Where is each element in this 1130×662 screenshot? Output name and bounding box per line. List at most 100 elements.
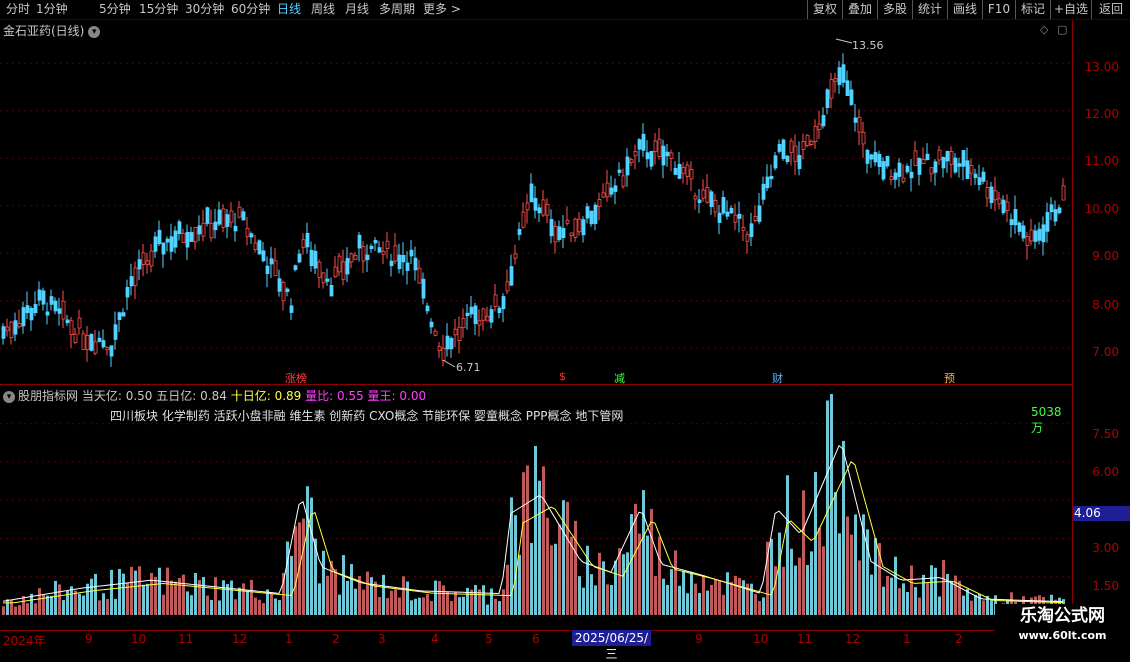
volume-bar	[526, 465, 529, 615]
candle-body	[309, 249, 314, 267]
date-label: 9	[85, 632, 93, 646]
volume-bar	[578, 576, 581, 615]
indicator-panel[interactable]: ▾ 股朋指标网 当天亿: 0.50 五日亿: 0.84 十日亿: 0.89 量比:…	[0, 385, 1072, 630]
date-label: 11	[797, 632, 813, 646]
restore-rights-button[interactable]: 复权	[807, 0, 842, 19]
candle-body	[605, 182, 610, 198]
candle-body	[705, 187, 710, 203]
mark-button[interactable]: 标记	[1015, 0, 1050, 19]
period-intraday[interactable]: 分时	[6, 1, 30, 18]
volume-bar	[846, 516, 849, 615]
period-15min[interactable]: 15分钟	[139, 1, 178, 18]
volume-bar	[794, 565, 797, 615]
candle-body	[425, 305, 430, 312]
candle-body	[617, 169, 622, 173]
candle-body	[1025, 236, 1030, 246]
period-more[interactable]: 更多 >	[423, 1, 461, 18]
volume-bar	[82, 595, 85, 615]
volume-bar	[342, 555, 345, 615]
candle-body	[745, 234, 750, 242]
candle-body	[461, 318, 466, 329]
price-tick: 8.00	[1092, 298, 1119, 312]
volume-bar	[798, 557, 801, 615]
candle-body	[1045, 212, 1050, 232]
volume-bar	[454, 591, 457, 615]
candle-body	[449, 337, 454, 350]
volume-bar	[166, 567, 169, 615]
candle-body	[157, 229, 162, 245]
candle-body	[969, 165, 974, 174]
date-label: 6	[532, 632, 540, 646]
period-monthly[interactable]: 月线	[345, 1, 369, 18]
candle-body	[509, 266, 514, 286]
volume-bar	[910, 565, 913, 615]
marker-finance[interactable]: 财	[772, 370, 783, 386]
date-label: 9	[695, 632, 703, 646]
draw-line-button[interactable]: 画线	[947, 0, 982, 19]
chevron-right-icon: >	[447, 2, 461, 16]
date-label: 1	[285, 632, 293, 646]
price-tick: 9.00	[1092, 249, 1119, 263]
candle-body	[329, 284, 334, 297]
volume-bar	[418, 597, 421, 615]
candle-body	[305, 232, 310, 248]
candle-body	[469, 306, 474, 315]
period-5min[interactable]: 5分钟	[99, 1, 131, 18]
volume-tick: 7.50	[1092, 427, 1119, 441]
stats-button[interactable]: 统计	[912, 0, 947, 19]
marker-forecast[interactable]: 预	[944, 370, 955, 386]
volume-bar	[38, 588, 41, 615]
candle-body	[169, 236, 174, 252]
date-label: 4	[431, 632, 439, 646]
candle-body	[741, 227, 746, 231]
period-weekly[interactable]: 周线	[311, 1, 335, 18]
volume-bar	[142, 584, 145, 615]
volume-bar	[546, 517, 549, 615]
period-multi[interactable]: 多周期	[379, 1, 415, 18]
volume-bar	[158, 567, 161, 615]
candle-body	[653, 140, 658, 152]
multi-stock-button[interactable]: 多股	[877, 0, 912, 19]
candle-body	[233, 225, 238, 232]
price-chart-panel[interactable]: 金石亚药(日线) ▾ ◇ ▢ 6.71 13.56 涨榜 $ 减 财 预	[0, 20, 1072, 385]
candle-body	[685, 164, 690, 177]
period-daily[interactable]: 日线	[277, 1, 301, 18]
volume-bar	[398, 597, 401, 615]
overlay-button[interactable]: 叠加	[842, 0, 877, 19]
volume-bar	[458, 597, 461, 615]
candle-body	[929, 167, 934, 175]
candle-body	[409, 249, 414, 257]
candle-body	[17, 323, 22, 328]
volume-bar	[250, 579, 253, 615]
volume-bar	[554, 543, 557, 615]
volume-bar	[718, 581, 721, 615]
marker-dollar[interactable]: $	[559, 370, 566, 383]
candle-body	[177, 221, 182, 235]
candle-body	[537, 207, 542, 214]
period-60min[interactable]: 60分钟	[231, 1, 270, 18]
candle-body	[793, 145, 798, 162]
volume-bar	[346, 580, 349, 615]
volume-bar	[486, 604, 489, 615]
candle-body	[385, 240, 390, 250]
candle-body	[113, 324, 118, 340]
candle-body	[1057, 207, 1062, 214]
volume-bar	[842, 440, 845, 615]
add-watchlist-button[interactable]: +自选	[1050, 0, 1091, 19]
marker-rank[interactable]: 涨榜	[285, 370, 307, 386]
marker-reduce[interactable]: 减	[614, 370, 625, 386]
f10-button[interactable]: F10	[982, 0, 1015, 19]
candle-body	[613, 185, 618, 192]
candle-body	[181, 233, 186, 243]
candle-body	[757, 205, 762, 222]
candle-body	[333, 266, 338, 278]
volume-bar	[306, 486, 309, 615]
period-30min[interactable]: 30分钟	[185, 1, 224, 18]
candle-body	[893, 172, 898, 180]
back-button[interactable]: 返回	[1091, 0, 1130, 19]
period-1min[interactable]: 1分钟	[36, 1, 68, 18]
candle-body	[909, 171, 914, 179]
candle-body	[301, 239, 306, 248]
candle-body	[321, 272, 326, 284]
volume-bar	[146, 583, 149, 615]
